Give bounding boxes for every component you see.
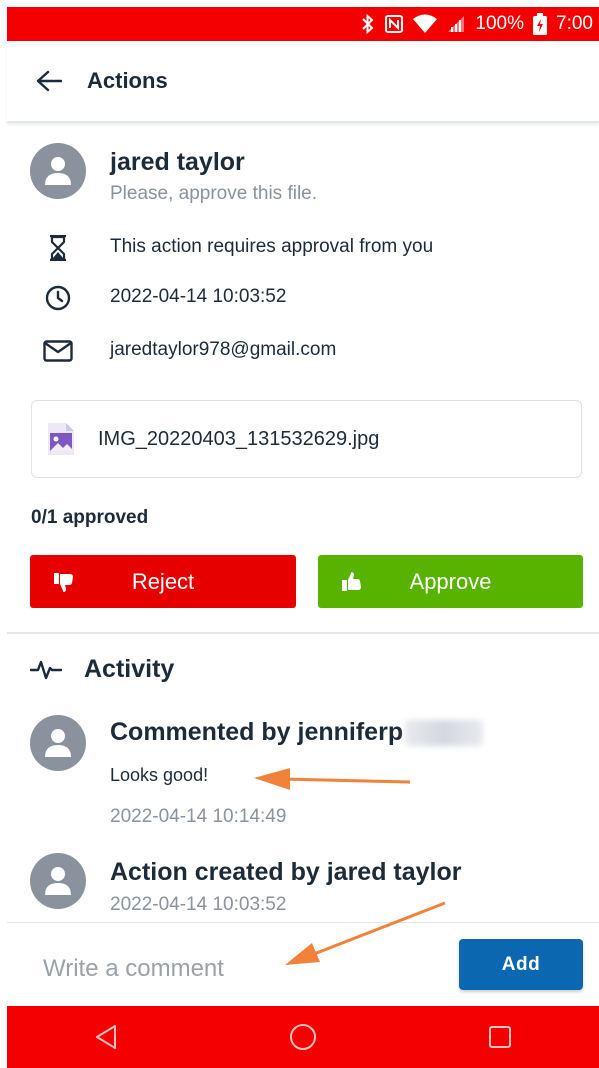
arrow-left-icon	[36, 70, 62, 92]
user-icon	[45, 157, 71, 185]
file-name: IMG_20220403_131532629.jpg	[98, 427, 380, 450]
commenter-avatar	[30, 715, 86, 771]
approval-requirement-text: This action requires approval from you	[110, 236, 434, 257]
page-title: Actions	[87, 68, 168, 93]
nav-back-button[interactable]	[76, 1012, 136, 1062]
requester-name: jared taylor	[110, 148, 245, 176]
nav-home-button[interactable]	[273, 1012, 333, 1062]
reject-button[interactable]: Reject	[30, 555, 296, 608]
annotation-arrows	[254, 768, 446, 965]
nav-recents-button[interactable]	[470, 1012, 530, 1062]
comment-author-title: Commented by jenniferp	[110, 718, 404, 746]
approval-count: 0/1 approved	[31, 507, 149, 528]
signal-icon	[448, 16, 465, 32]
system-nav-bar	[7, 1006, 599, 1068]
recents-square-icon	[489, 1026, 512, 1048]
user-icon	[45, 867, 71, 895]
back-button[interactable]	[29, 61, 69, 101]
user-icon	[45, 729, 71, 757]
approval-requirement-row: This action requires approval from you	[40, 230, 433, 266]
nfc-icon	[385, 15, 404, 33]
activity-item-title: Action created by jared taylor	[110, 858, 462, 886]
back-triangle-icon	[95, 1025, 116, 1049]
clock-time: 7:00	[556, 13, 593, 34]
section-divider	[7, 632, 599, 634]
redacted-name-blur	[405, 720, 484, 747]
home-circle-icon	[289, 1024, 316, 1050]
email-row: jaredtaylor978@gmail.com	[40, 333, 336, 369]
battery-percentage: 100%	[475, 13, 525, 34]
thumbs-up-icon	[342, 571, 361, 591]
status-bar: 100% 7:00	[7, 7, 599, 41]
timestamp-row: 2022-04-14 10:03:52	[40, 280, 286, 316]
battery-charging-icon	[533, 13, 548, 35]
requester-email[interactable]: jaredtaylor978@gmail.com	[110, 339, 336, 361]
activity-item-title: Commented by jenniferp	[110, 718, 484, 747]
activity-pulse-icon	[30, 660, 62, 680]
requester-avatar	[30, 143, 86, 199]
comment-bar: Add	[7, 922, 599, 1007]
reject-label: Reject	[131, 568, 195, 594]
activity-item-timestamp: 2022-04-14 10:14:49	[110, 806, 287, 827]
approve-button[interactable]: Approve	[318, 555, 583, 608]
thumbs-down-icon	[54, 572, 73, 592]
activity-heading: Activity	[84, 655, 175, 683]
add-comment-button[interactable]: Add	[459, 939, 583, 990]
app-header: Actions	[7, 41, 599, 123]
annotation-arrow-comment	[254, 768, 411, 790]
comment-input[interactable]	[41, 951, 445, 987]
attached-file-card[interactable]: IMG_20220403_131532629.jpg	[31, 400, 582, 478]
wifi-icon	[413, 14, 438, 33]
approve-label: Approve	[409, 568, 492, 594]
clock-icon	[40, 280, 76, 316]
image-file-icon	[48, 423, 74, 455]
bluetooth-icon	[362, 14, 374, 34]
request-timestamp: 2022-04-14 10:03:52	[110, 286, 287, 307]
creator-avatar	[30, 853, 86, 909]
comment-text: Looks good!	[110, 765, 209, 785]
hourglass-icon	[40, 230, 76, 266]
mail-icon	[40, 333, 76, 369]
activity-item-timestamp: 2022-04-14 10:03:52	[110, 894, 287, 915]
request-message: Please, approve this file.	[110, 183, 318, 204]
